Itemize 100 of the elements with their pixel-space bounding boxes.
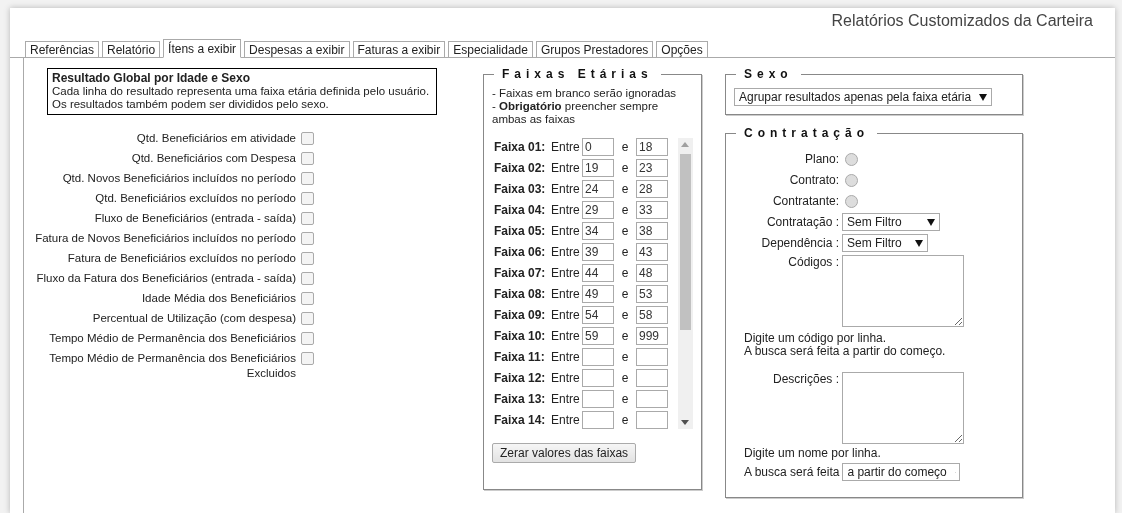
input-field[interactable]: 53: [636, 285, 668, 303]
and-label: e: [620, 371, 630, 385]
checkbox[interactable]: [301, 172, 314, 185]
band-label: Faixa 10:: [494, 329, 547, 343]
field-label: Contratação :: [765, 215, 839, 229]
dropdown[interactable]: Sem Filtro: [842, 213, 940, 231]
input-field[interactable]: 44: [582, 264, 614, 282]
tab[interactable]: Despesas a exibir: [244, 41, 350, 57]
between-label: Entre: [551, 140, 581, 154]
tab[interactable]: Grupos Prestadores: [535, 41, 654, 57]
and-label: e: [620, 140, 630, 154]
input-field[interactable]: 48: [636, 264, 668, 282]
tab[interactable]: Relatório: [102, 41, 161, 57]
input-field[interactable]: [636, 348, 668, 366]
input-field[interactable]: 39: [582, 243, 614, 261]
radio-button[interactable]: [845, 194, 858, 208]
text-area[interactable]: [842, 255, 964, 327]
input-field[interactable]: 29: [582, 201, 614, 219]
input-field[interactable]: [636, 369, 668, 387]
checkbox-label: Qtd. Novos Beneficiários incluídos no período: [62, 171, 296, 186]
and-label: e: [620, 392, 630, 406]
input-field[interactable]: 54: [582, 306, 614, 324]
caret-icon: [927, 218, 935, 226]
info-text: Os resultados também podem ser divididos pelo sexo.: [52, 98, 330, 111]
checkbox[interactable]: [301, 332, 314, 345]
between-label: Entre: [551, 182, 581, 196]
input-field[interactable]: [582, 348, 614, 366]
text-area[interactable]: [842, 372, 964, 444]
input-field[interactable]: [636, 390, 668, 408]
checkbox[interactable]: [301, 192, 314, 205]
input-field[interactable]: [582, 411, 614, 429]
between-label: Entre: [551, 308, 581, 322]
checkbox[interactable]: [301, 232, 314, 245]
between-label: Entre: [551, 203, 581, 217]
checkbox-label: Tempo Médio de Permanência dos Beneficiários Excluidos: [48, 351, 296, 381]
scroll-up-icon[interactable]: [681, 142, 689, 147]
and-label: e: [620, 224, 630, 238]
checkbox-label: Fluxo da Fatura dos Beneficiários (entrada - saída): [36, 271, 296, 286]
checkbox[interactable]: [301, 272, 314, 285]
checkbox[interactable]: [301, 152, 314, 165]
scroll-down-icon[interactable]: [681, 420, 689, 425]
tab[interactable]: Faturas a exibir: [352, 41, 446, 57]
checkbox-label: Tempo Médio de Permanência dos Beneficiários: [49, 331, 296, 346]
dropdown[interactable]: Agrupar resultados apenas pela faixa etária: [734, 88, 993, 106]
input-field[interactable]: 23: [636, 159, 668, 177]
input-field[interactable]: 49: [582, 285, 614, 303]
page-title: Relatórios Customizados da Carteira: [831, 12, 1093, 30]
band-label: Faixa 06:: [494, 245, 547, 259]
tab[interactable]: Referências: [25, 41, 100, 57]
checkbox[interactable]: [301, 132, 314, 145]
checkbox[interactable]: [301, 212, 314, 225]
radio-button[interactable]: [845, 173, 858, 187]
input-field[interactable]: [582, 369, 614, 387]
dropdown[interactable]: Sem Filtro: [842, 234, 928, 252]
band-label: Faixa 07:: [494, 266, 547, 280]
input-field[interactable]: 58: [636, 306, 668, 324]
checkbox[interactable]: [301, 252, 314, 265]
between-label: Entre: [551, 161, 581, 175]
input-field[interactable]: 24: [582, 180, 614, 198]
checkbox-label: Fatura de Novos Beneficiários incluídos no período: [35, 231, 296, 246]
between-label: Entre: [551, 371, 581, 385]
input-field[interactable]: [582, 390, 614, 408]
band-label: Faixa 14:: [494, 413, 547, 427]
tab[interactable]: Ítens a exibir: [163, 39, 242, 58]
input-field[interactable]: 28: [636, 180, 668, 198]
input-field[interactable]: 999: [636, 327, 668, 345]
tab[interactable]: Opções: [656, 41, 708, 57]
between-label: Entre: [551, 329, 581, 343]
radio-button[interactable]: [845, 152, 858, 166]
between-label: Entre: [551, 245, 581, 259]
checkbox-label: Qtd. Beneficiários com Despesa: [131, 151, 296, 166]
scrollbar-thumb[interactable]: [680, 154, 691, 330]
hint-text: A busca será feita a partir do começo.: [744, 345, 947, 358]
input-field[interactable]: 33: [636, 201, 668, 219]
dropdown[interactable]: a partir do começo: [842, 463, 961, 481]
and-label: e: [620, 308, 630, 322]
checkbox[interactable]: [301, 292, 314, 305]
tab[interactable]: Especialidade: [448, 41, 533, 57]
reset-button[interactable]: Zerar valores das faixas: [492, 443, 637, 463]
and-label: e: [620, 266, 630, 280]
info-title: Resultado Global por Idade e Sexo: [52, 72, 252, 85]
caret-icon: [915, 239, 923, 247]
input-field[interactable]: 19: [582, 159, 614, 177]
input-field[interactable]: 38: [636, 222, 668, 240]
checkbox-label: Fluxo de Beneficiários (entrada - saída): [94, 211, 296, 226]
and-label: e: [620, 245, 630, 259]
scrollbar[interactable]: [678, 138, 693, 429]
checkbox[interactable]: [301, 312, 314, 325]
hint-text: Digite um nome por linha.: [744, 447, 882, 460]
input-field[interactable]: 0: [582, 138, 614, 156]
between-label: Entre: [551, 392, 581, 406]
input-field[interactable]: 34: [582, 222, 614, 240]
field-label: Dependência :: [760, 236, 839, 250]
checkbox[interactable]: [301, 352, 314, 365]
input-field[interactable]: [636, 411, 668, 429]
band-label: Faixa 05:: [494, 224, 547, 238]
input-field[interactable]: 43: [636, 243, 668, 261]
input-field[interactable]: 59: [582, 327, 614, 345]
input-field[interactable]: 18: [636, 138, 668, 156]
between-label: Entre: [551, 413, 581, 427]
